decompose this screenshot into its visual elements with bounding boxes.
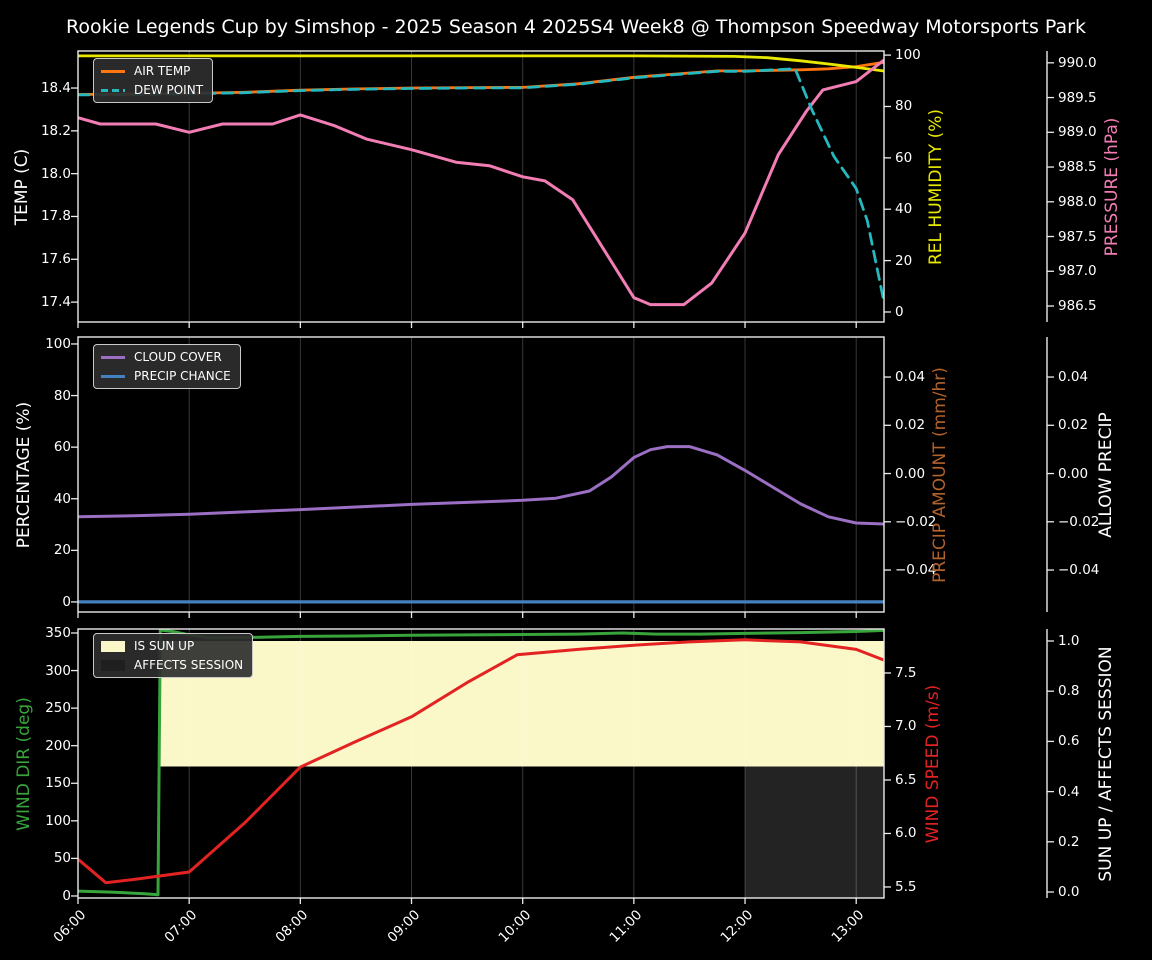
fill-affects-session xyxy=(745,766,884,898)
y-tick-label: 990.0 xyxy=(1058,54,1097,71)
legend-item-cloud-cover: CLOUD COVER xyxy=(101,350,231,364)
y-tick-label: 50 xyxy=(53,850,71,867)
y-tick-label: 18.4 xyxy=(40,80,71,97)
legend-label: AFFECTS SESSION xyxy=(134,658,244,672)
y-tick-label: 989.5 xyxy=(1058,89,1097,106)
legend-panel-1: AIR TEMP DEW POINT xyxy=(93,58,214,103)
y-tick-label: 0.04 xyxy=(1058,369,1089,386)
y-tick-label: 0.0 xyxy=(1058,884,1080,900)
y-tick-label: 0 xyxy=(62,593,71,610)
y-tick-label: 5.5 xyxy=(895,878,917,895)
axis-label-spd: WIND SPEED (m/s) xyxy=(923,684,943,843)
y-tick-label: 17.8 xyxy=(40,208,71,225)
series-cloud-cover xyxy=(78,445,884,526)
legend-item-air-temp: AIR TEMP xyxy=(101,64,203,78)
legend-label: IS SUN UP xyxy=(134,639,195,653)
y-tick-label: 100 xyxy=(895,47,921,64)
y-tick-label: 0 xyxy=(895,303,904,320)
y-tick-label: 986.5 xyxy=(1058,298,1097,315)
legend-swatch xyxy=(101,355,125,359)
legend-label: CLOUD COVER xyxy=(134,350,222,364)
legend-label: AIR TEMP xyxy=(134,64,191,78)
legend-item-dew-point: DEW POINT xyxy=(101,83,203,97)
y-tick-label: 17.6 xyxy=(40,251,71,268)
weather-forecast-figure: Rookie Legends Cup by Simshop - 2025 Sea… xyxy=(0,0,1152,960)
axis-label-press: PRESSURE (hPa) xyxy=(1102,117,1122,256)
legend-item-precip-chance: PRECIP CHANCE xyxy=(101,369,231,383)
axis-label-dir: WIND DIR (deg) xyxy=(14,696,34,831)
axis-label-amt: PRECIP AMOUNT (mm/hr) xyxy=(930,366,950,583)
legend-swatch xyxy=(101,659,125,671)
forecast-chart xyxy=(71,50,1054,904)
axis-label-temp: TEMP (C) xyxy=(12,148,32,225)
legend-item-is-sun-up: IS SUN UP xyxy=(101,639,243,653)
y-tick-label: 300 xyxy=(45,662,71,679)
y-tick-label: 7.5 xyxy=(895,664,917,681)
y-tick-label: 18.2 xyxy=(40,122,71,139)
fill-is-sun-up xyxy=(160,640,884,767)
axis-label-sun: SUN UP / AFFECTS SESSION xyxy=(1096,645,1116,882)
axis-label-allow: ALLOW PRECIP xyxy=(1096,411,1116,538)
legend-swatch xyxy=(101,69,125,73)
axis-label-pct: PERCENTAGE (%) xyxy=(14,401,34,548)
y-tick-label: 350 xyxy=(45,624,71,641)
y-tick-label: 100 xyxy=(45,335,71,352)
y-tick-label: 0 xyxy=(62,887,71,904)
y-tick-label: −0.04 xyxy=(1058,562,1100,579)
legend-label: PRECIP CHANCE xyxy=(134,369,231,383)
y-tick-label: 17.4 xyxy=(40,294,71,311)
legend-label: DEW POINT xyxy=(134,83,204,97)
legend-item-affects-session: AFFECTS SESSION xyxy=(101,658,243,672)
axis-label-hum: REL HUMIDITY (%) xyxy=(926,108,946,265)
legend-panel-2: CLOUD COVER PRECIP CHANCE xyxy=(93,344,241,389)
legend-swatch xyxy=(101,640,125,652)
legend-panel-3: IS SUN UP AFFECTS SESSION xyxy=(93,633,254,678)
series-dew-point xyxy=(78,67,884,304)
y-tick-label: 18.0 xyxy=(40,165,71,182)
legend-swatch xyxy=(101,374,125,378)
legend-swatch xyxy=(101,88,125,92)
y-tick-label: 987.0 xyxy=(1058,263,1097,280)
